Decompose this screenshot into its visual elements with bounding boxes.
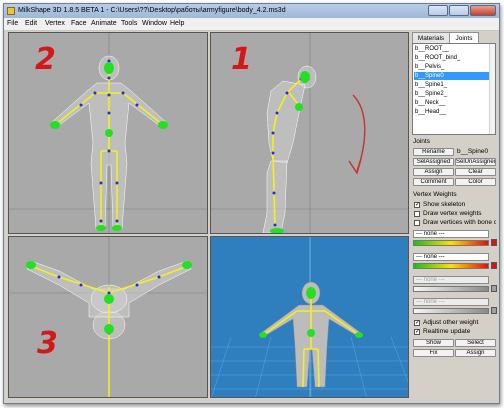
weight-gradient-1[interactable] [413,240,489,246]
joint-list-item[interactable]: b__Neck__ [414,99,489,107]
menu-tools[interactable]: Tools [121,20,137,27]
realtime-update-label: Realtime update [423,328,471,335]
top-figure [9,237,207,397]
menu-help[interactable]: Help [170,20,184,27]
comment-button[interactable]: Comment [413,178,454,186]
rename-button[interactable]: Rename [413,148,454,156]
close-button[interactable] [470,5,496,16]
menu-bar: File Edit Vertex Face Animate Tools Wind… [4,18,499,31]
menu-edit[interactable]: Edit [25,20,37,27]
viewport-perspective[interactable] [210,236,409,398]
milkshape-app-icon [7,7,15,15]
weight-color-swatch-4 [491,307,497,314]
select-button[interactable]: Select [455,339,496,347]
joint-list-item[interactable]: b__Pelvis_ [414,63,489,71]
sel-assigned-button[interactable]: SelAssigned [413,158,454,166]
weight-gradient-2[interactable] [413,263,489,269]
weight-select-4[interactable]: --- none --- [413,298,489,306]
perspective-figure [211,237,408,397]
joint-list-item[interactable]: b__Spine2_ [414,90,489,98]
joints-label: Joints [413,138,430,145]
weight-select-2[interactable]: --- none --- [413,253,489,261]
weight-gradient-4[interactable] [413,308,489,314]
menu-window[interactable]: Window [142,20,167,27]
show-button[interactable]: Show [413,339,454,347]
vertex-weights-label: Vertex Weights [413,191,457,198]
color-button[interactable]: Color [455,178,496,186]
window-title: MilkShape 3D 1.8.5 BETA 1 - C:\Users\??\… [18,7,286,14]
realtime-update-checkbox[interactable]: ✓ [414,329,420,335]
viewport-side[interactable]: 1 [210,32,409,234]
weight-color-swatch-3 [491,285,497,292]
menu-file[interactable]: File [7,20,18,27]
joint-list-item[interactable]: b__Spine1_ [414,81,489,89]
viewport-annotation-1: 1 [231,42,252,77]
joint-name-value: b__Spine0 [457,148,489,155]
title-bar: MilkShape 3D 1.8.5 BETA 1 - C:\Users\??\… [4,4,499,18]
joint-list-item[interactable]: b__ROOT__ [414,45,489,53]
clear-button[interactable]: Clear [455,168,496,176]
viewport-annotation-2: 2 [35,42,56,77]
tab-joints[interactable]: Joints [449,32,479,43]
weight-select-3[interactable]: --- none --- [413,276,489,284]
weight-color-swatch-1 [491,239,497,246]
assign-button[interactable]: Assign [413,168,454,176]
maximize-button[interactable] [449,5,469,16]
show-skeleton-label: Show skeleton [423,201,466,208]
tab-materials[interactable]: Materials [412,32,450,43]
minimize-button[interactable] [428,5,448,16]
joints-panel: Materials Joints b__ROOT__ b__ROOT_bind_… [410,32,498,396]
weight-gradient-3[interactable] [413,286,489,292]
draw-vertex-weights-checkbox[interactable] [414,211,420,217]
fix-button[interactable]: Fix [413,349,454,357]
viewport-front[interactable]: 2 [8,32,208,234]
joint-list-item[interactable]: b__Head__ [414,108,489,116]
assign-weights-button[interactable]: Assign [455,349,496,357]
draw-vertex-weights-label: Draw vertex weights [423,210,482,217]
menu-vertex[interactable]: Vertex [45,20,65,27]
joint-list[interactable]: b__ROOT__ b__ROOT_bind_ b__Pelvis_ b__Sp… [412,43,496,135]
menu-face[interactable]: Face [71,20,87,27]
viewport-annotation-3: 3 [37,326,58,361]
weight-color-swatch-2 [491,262,497,269]
adjust-other-weight-checkbox[interactable]: ✓ [414,320,420,326]
sel-unassigned-button[interactable]: SelUnAssigned [455,158,496,166]
menu-animate[interactable]: Animate [91,20,117,27]
weight-select-1[interactable]: --- none --- [413,230,489,238]
viewport-top[interactable]: 3 [8,236,208,398]
adjust-other-weight-label: Adjust other weight [423,319,479,326]
joint-list-scrollbar[interactable] [489,44,495,134]
draw-vertices-bone-checkbox[interactable] [414,220,420,226]
milkshape-window: MilkShape 3D 1.8.5 BETA 1 - C:\Users\??\… [3,3,500,404]
joint-list-item[interactable]: b__ROOT_bind_ [414,54,489,62]
show-skeleton-checkbox[interactable]: ✓ [414,202,420,208]
draw-vertices-bone-label: Draw vertices with bone c [423,219,496,226]
joint-list-item-selected[interactable]: b__Spine0 [414,72,489,80]
